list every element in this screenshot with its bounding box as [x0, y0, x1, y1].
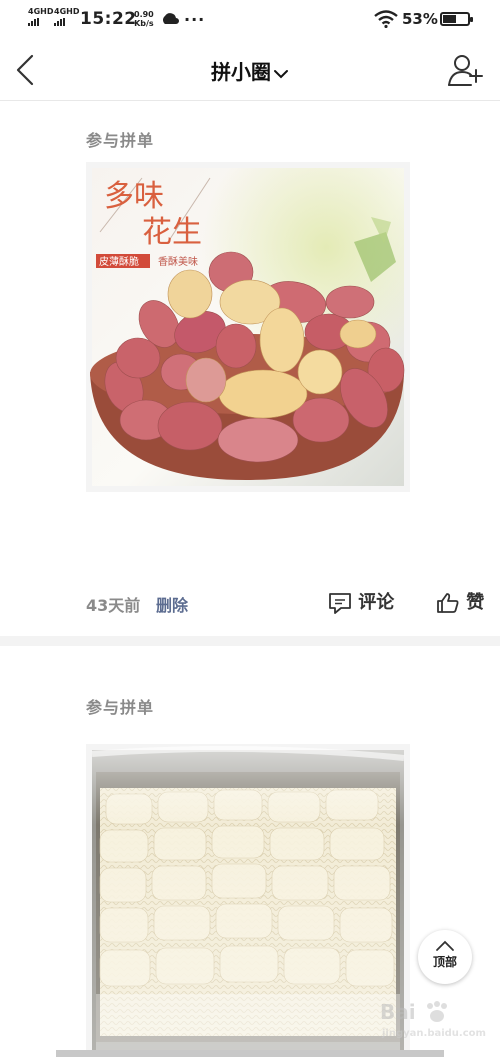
image-tag-1: 皮薄酥脆	[99, 255, 139, 268]
post-label: 参与拼单	[86, 131, 155, 150]
battery-level	[443, 15, 456, 23]
signal-bars-icon	[54, 18, 79, 26]
product-image[interactable]	[86, 744, 410, 1054]
comment-icon	[329, 593, 351, 614]
network-type-label: 4GHD	[54, 7, 80, 16]
image-tag-2: 香酥美味	[158, 255, 198, 268]
delete-button[interactable]: 删除	[156, 592, 188, 616]
peanut-product-photo: 多味 花生 皮薄酥脆 香酥美味	[86, 162, 410, 492]
back-to-top-label: 顶部	[432, 955, 457, 969]
watermark-brand: Bai	[380, 1000, 416, 1024]
comment-label: 评论	[358, 592, 395, 613]
product-image[interactable]: 多味 花生 皮薄酥脆 香酥美味	[86, 162, 410, 492]
noodle-product-photo	[86, 744, 410, 1054]
post-time: 43天前	[86, 596, 141, 615]
cloud-icon	[163, 13, 179, 24]
post-label: 参与拼单	[86, 698, 155, 717]
image-title-line2: 花生	[142, 215, 202, 250]
comment-button[interactable]: 评论	[328, 588, 394, 616]
add-friend-icon[interactable]	[444, 52, 484, 88]
nav-bar: 拼小圈	[0, 40, 500, 101]
image-title-line1: 多味	[104, 179, 164, 214]
battery-percent: 53%	[402, 10, 438, 28]
watermark-site: jingyan.baidu.com	[382, 1028, 486, 1039]
network-type-label: 4GHD	[28, 7, 54, 16]
baidu-watermark-logo: Bai jingyan.baidu.com	[380, 1000, 490, 1050]
battery-icon	[440, 12, 473, 26]
network-speed: 0.90 Kb/s	[134, 10, 154, 28]
post-footer: 43天前 删除 评论 赞	[0, 588, 500, 618]
like-label: 赞	[466, 592, 485, 613]
like-button[interactable]: 赞	[436, 588, 484, 616]
speed-value: 0.90	[134, 10, 154, 19]
clock: 15:22	[80, 9, 137, 29]
status-bar: 4GHD 4GHD 15:22 0.90 Kb/s ··· 53%	[0, 0, 500, 40]
post-divider	[0, 636, 500, 646]
wifi-icon	[374, 10, 398, 28]
more-notifications-icon: ···	[184, 10, 206, 29]
thumbs-up-icon	[437, 593, 459, 613]
speed-unit: Kb/s	[134, 19, 154, 28]
post-card: 参与拼单 多味 花生 皮薄酥脆 香酥美味 43天前 删除 评论 赞	[0, 100, 500, 635]
post-card: 参与拼单	[0, 646, 500, 1057]
paw-icon	[426, 1001, 447, 1022]
signal-bars-icon	[28, 18, 53, 26]
page-title-dropdown[interactable]: 拼小圈	[0, 56, 500, 85]
back-to-top-button[interactable]: 顶部	[418, 930, 472, 984]
signal-1: 4GHD	[28, 8, 53, 26]
page-title: 拼小圈	[211, 60, 271, 84]
chevron-up-icon	[436, 940, 454, 951]
bottom-scroll-strip	[56, 1050, 444, 1057]
signal-2: 4GHD	[54, 8, 79, 26]
chevron-down-icon	[274, 69, 288, 78]
